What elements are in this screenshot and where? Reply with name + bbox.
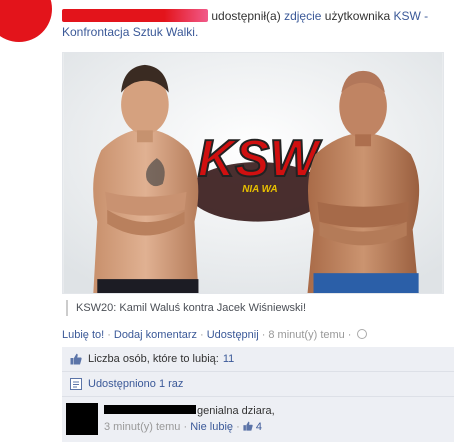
shared-photo[interactable]: KSW NIA WA (62, 52, 444, 294)
likes-label: Liczba osób, które to lubią: (88, 353, 219, 365)
photo-link[interactable]: zdjęcie (284, 9, 321, 23)
redacted-user-name[interactable] (62, 9, 208, 22)
share-icon (70, 378, 82, 390)
redacted-commenter-avatar[interactable] (66, 403, 98, 435)
comment-like-icon (243, 421, 253, 431)
likes-count[interactable]: 11 (223, 353, 234, 365)
redacted-commenter-name[interactable] (104, 405, 196, 414)
ksw-logo: KSW NIA WA (188, 128, 328, 222)
shares-link[interactable]: Udostępniono 1 raz (88, 378, 183, 390)
redacted-avatar (0, 0, 52, 42)
user-word: użytkownika (324, 9, 391, 23)
story-header: udostępnił(a) zdjęcie użytkownika KSW - … (62, 8, 454, 40)
feedback-box: Liczba osób, które to lubią: 11 Udostępn… (62, 347, 454, 442)
story-actions: Lubię to! · Dodaj komentarz · Udostępnij · 8 m… (62, 328, 454, 342)
likes-row: Liczba osób, które to lubią: 11 (62, 347, 454, 372)
story-timestamp[interactable]: 8 minut(y) temu (268, 329, 344, 341)
thumbs-up-icon (70, 353, 82, 365)
add-comment-link[interactable]: Dodaj komentarz (114, 329, 197, 341)
shared-text: udostępnił(a) (211, 9, 281, 23)
svg-text:NIA WA: NIA WA (242, 184, 277, 195)
comment-like-count[interactable]: 4 (256, 421, 262, 433)
share-link[interactable]: Udostępnij (207, 329, 259, 341)
photo-caption: KSW20: Kamil Waluś kontra Jacek Wiśniews… (66, 300, 444, 316)
comment-timestamp[interactable]: 3 minut(y) temu (104, 421, 180, 433)
svg-text:KSW: KSW (198, 129, 323, 187)
comment: genialna dziara, 3 minut(y) temu · Nie l… (62, 397, 454, 435)
fighters-photo: KSW NIA WA (63, 53, 443, 293)
comment-text: genialna dziara, (197, 405, 275, 417)
shares-row: Udostępniono 1 raz (62, 372, 454, 397)
privacy-globe-icon[interactable] (357, 329, 368, 339)
comment-unlike-link[interactable]: Nie lubię (190, 421, 233, 433)
like-link[interactable]: Lubię to! (62, 329, 104, 341)
